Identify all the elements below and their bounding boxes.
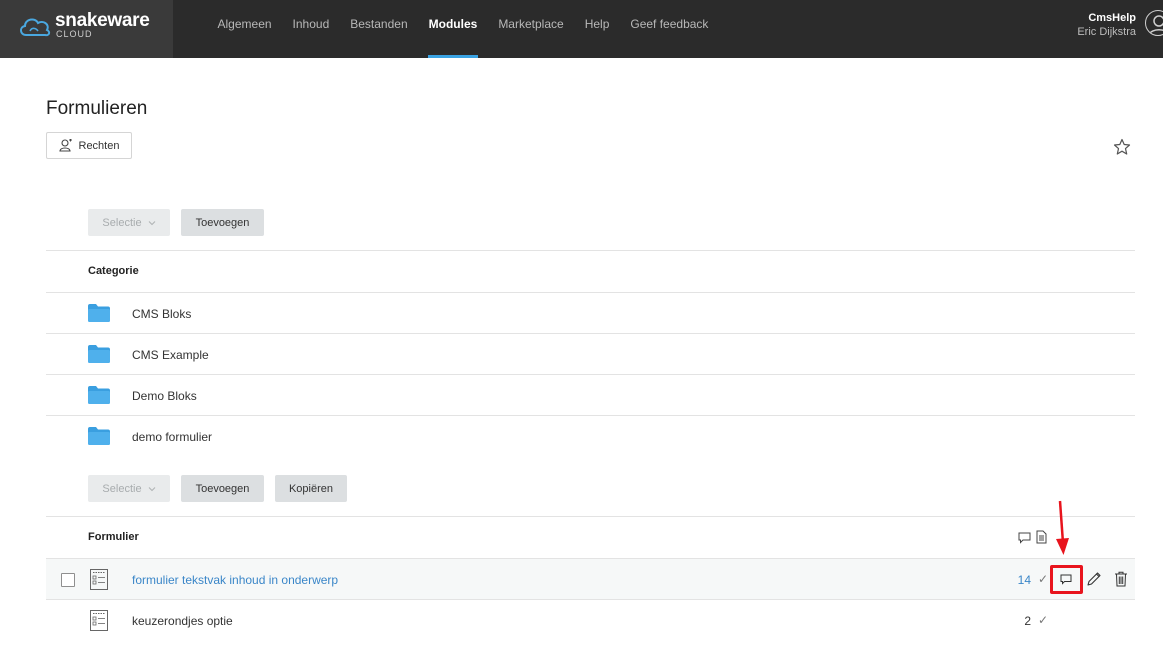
chevron-down-icon [148, 220, 155, 225]
form-icon [90, 569, 108, 590]
trash-icon[interactable] [1114, 571, 1128, 587]
category-label[interactable]: CMS Example [132, 348, 209, 362]
category-selection-dropdown[interactable]: Selectie [88, 209, 170, 236]
check-icon: ✓ [1038, 613, 1049, 627]
page-title: Formulieren [46, 98, 148, 119]
row-checkbox[interactable] [61, 573, 75, 587]
cloud-logo-icon [20, 18, 51, 37]
category-row[interactable]: Demo Bloks [46, 375, 1135, 416]
form-link[interactable]: keuzerondjes optie [132, 614, 233, 628]
edit-icon[interactable] [1086, 571, 1102, 587]
user-name: Eric Dijkstra [1077, 26, 1136, 38]
nav-item-marketplace[interactable]: Marketplace [488, 0, 574, 58]
comment-column-icon [1018, 532, 1031, 544]
user-menu[interactable]: CmsHelp Eric Dijkstra [1077, 12, 1136, 38]
chevron-down-icon [148, 486, 155, 491]
nav-item-feedback[interactable]: Geef feedback [620, 0, 719, 58]
submission-count[interactable]: 14 [1001, 573, 1031, 587]
main-nav: Algemeen Inhoud Bestanden Modules Market… [207, 0, 719, 58]
document-column-icon [1036, 530, 1047, 544]
rights-button-label: Rechten [78, 139, 120, 152]
category-row[interactable]: CMS Bloks [46, 293, 1135, 334]
folder-icon [88, 304, 110, 322]
folder-icon [88, 386, 110, 404]
category-row[interactable]: demo formulier [46, 416, 1135, 457]
form-copy-button[interactable]: Kopiëren [275, 475, 347, 502]
form-selection-dropdown[interactable]: Selectie [88, 475, 170, 502]
nav-item-bestanden[interactable]: Bestanden [340, 0, 418, 58]
nav-item-inhoud[interactable]: Inhoud [282, 0, 340, 58]
folder-icon [88, 427, 110, 445]
avatar[interactable] [1145, 10, 1163, 36]
form-selection-label: Selectie [102, 482, 142, 495]
user-rights-icon [58, 139, 72, 152]
rights-button[interactable]: Rechten [46, 132, 132, 159]
star-icon[interactable] [1113, 138, 1131, 156]
brand-logo[interactable]: snakeware CLOUD [0, 0, 173, 58]
category-row[interactable]: CMS Example [46, 334, 1135, 375]
user-site: CmsHelp [1088, 12, 1136, 24]
form-icon [90, 610, 108, 631]
form-link[interactable]: formulier tekstvak inhoud in onderwerp [132, 573, 338, 587]
category-label[interactable]: demo formulier [132, 430, 212, 444]
form-header: Formulier [88, 531, 139, 543]
annotation-highlight-box [1050, 565, 1083, 594]
category-label[interactable]: Demo Bloks [132, 389, 197, 403]
nav-item-modules[interactable]: Modules [418, 0, 488, 58]
category-add-button[interactable]: Toevoegen [181, 209, 264, 236]
nav-item-help[interactable]: Help [574, 0, 620, 58]
folder-icon [88, 345, 110, 363]
table-row[interactable]: keuzerondjes optie 2 ✓ [46, 600, 1135, 641]
submission-count[interactable]: 2 [1001, 614, 1031, 628]
category-header: Categorie [88, 265, 139, 277]
top-bar: snakeware CLOUD Algemeen Inhoud Bestande… [0, 0, 1163, 58]
form-add-button[interactable]: Toevoegen [181, 475, 264, 502]
user-avatar-icon [1148, 15, 1163, 35]
divider [46, 250, 1135, 251]
brand-sub: CLOUD [56, 29, 93, 39]
divider [46, 516, 1135, 517]
check-icon: ✓ [1038, 572, 1049, 586]
table-row[interactable]: formulier tekstvak inhoud in onderwerp 1… [46, 559, 1135, 600]
nav-item-algemeen[interactable]: Algemeen [207, 0, 282, 58]
category-label[interactable]: CMS Bloks [132, 307, 191, 321]
annotation-arrow-icon [1056, 500, 1069, 555]
category-selection-label: Selectie [102, 216, 142, 229]
